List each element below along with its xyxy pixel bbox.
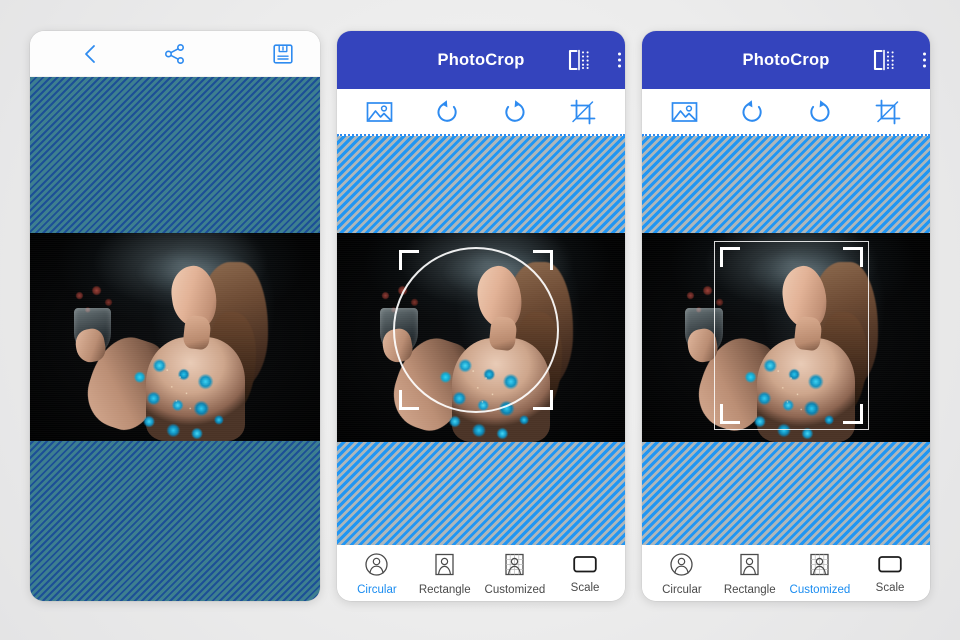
- crop-mode-tabbar: Circular Rectangle Customized Scale: [642, 545, 930, 601]
- save-floppy-icon[interactable]: [272, 31, 294, 76]
- tab-scale[interactable]: Scale: [862, 553, 918, 595]
- tab-label: Circular: [357, 583, 397, 596]
- tab-rectangle[interactable]: Rectangle: [722, 552, 778, 597]
- rotate-left-icon[interactable]: [728, 93, 776, 131]
- crop-icon[interactable]: [864, 93, 912, 131]
- edit-tools-row: [337, 89, 625, 136]
- crop-canvas: [337, 136, 625, 545]
- crop-mode-tabbar: Circular Rectangle Customized Scale: [337, 545, 625, 601]
- tab-customized[interactable]: Customized: [484, 552, 546, 597]
- overflow-menu-icon[interactable]: [618, 52, 621, 68]
- tab-label: Circular: [662, 583, 702, 596]
- customized-crop-icon: [807, 552, 832, 582]
- tab-rectangle[interactable]: Rectangle: [417, 552, 473, 597]
- tab-circular[interactable]: Circular: [654, 552, 710, 597]
- edit-tools-row: [642, 89, 930, 136]
- tab-label: Rectangle: [418, 583, 471, 596]
- scale-crop-icon: [572, 553, 598, 580]
- circular-crop-icon: [364, 552, 389, 582]
- gallery-icon[interactable]: [355, 93, 403, 131]
- screenshot-stage: PhotoCrop Circular Rectangle Customized …: [0, 0, 960, 640]
- circular-crop-panel: PhotoCrop Circular Rectangle Customized …: [337, 31, 625, 601]
- tab-label: Scale: [570, 582, 600, 595]
- mirror-flip-icon[interactable]: [567, 49, 591, 71]
- preview-photo[interactable]: [30, 233, 320, 441]
- app-title: PhotoCrop: [437, 50, 525, 69]
- rotate-right-icon[interactable]: [491, 93, 539, 131]
- tab-scale[interactable]: Scale: [557, 553, 613, 595]
- tab-label: Scale: [875, 582, 905, 595]
- circular-crop-icon: [669, 552, 694, 582]
- tab-label: Customized: [789, 583, 851, 596]
- tab-label: Customized: [484, 583, 546, 596]
- crop-photo[interactable]: [642, 233, 930, 442]
- gallery-icon[interactable]: [660, 93, 708, 131]
- preview-panel: [30, 31, 320, 601]
- preview-canvas: [30, 77, 320, 601]
- app-title: PhotoCrop: [742, 50, 830, 69]
- tab-circular[interactable]: Circular: [349, 552, 405, 597]
- preview-toolbar: [30, 31, 320, 77]
- mirror-flip-icon[interactable]: [872, 49, 896, 71]
- rotate-right-icon[interactable]: [796, 93, 844, 131]
- app-bar: PhotoCrop: [337, 31, 625, 89]
- tab-customized[interactable]: Customized: [789, 552, 851, 597]
- app-bar: PhotoCrop: [642, 31, 930, 89]
- overflow-menu-icon[interactable]: [923, 52, 926, 68]
- customized-crop-icon: [502, 552, 527, 582]
- rectangle-crop-icon: [432, 552, 457, 582]
- rectangle-crop-icon: [737, 552, 762, 582]
- crop-photo[interactable]: [337, 233, 625, 442]
- rotate-left-icon[interactable]: [423, 93, 471, 131]
- crop-icon[interactable]: [559, 93, 607, 131]
- crop-canvas: [642, 136, 930, 545]
- customized-crop-panel: PhotoCrop Circular Rectangle Customized …: [642, 31, 930, 601]
- scale-crop-icon: [877, 553, 903, 580]
- tab-label: Rectangle: [723, 583, 776, 596]
